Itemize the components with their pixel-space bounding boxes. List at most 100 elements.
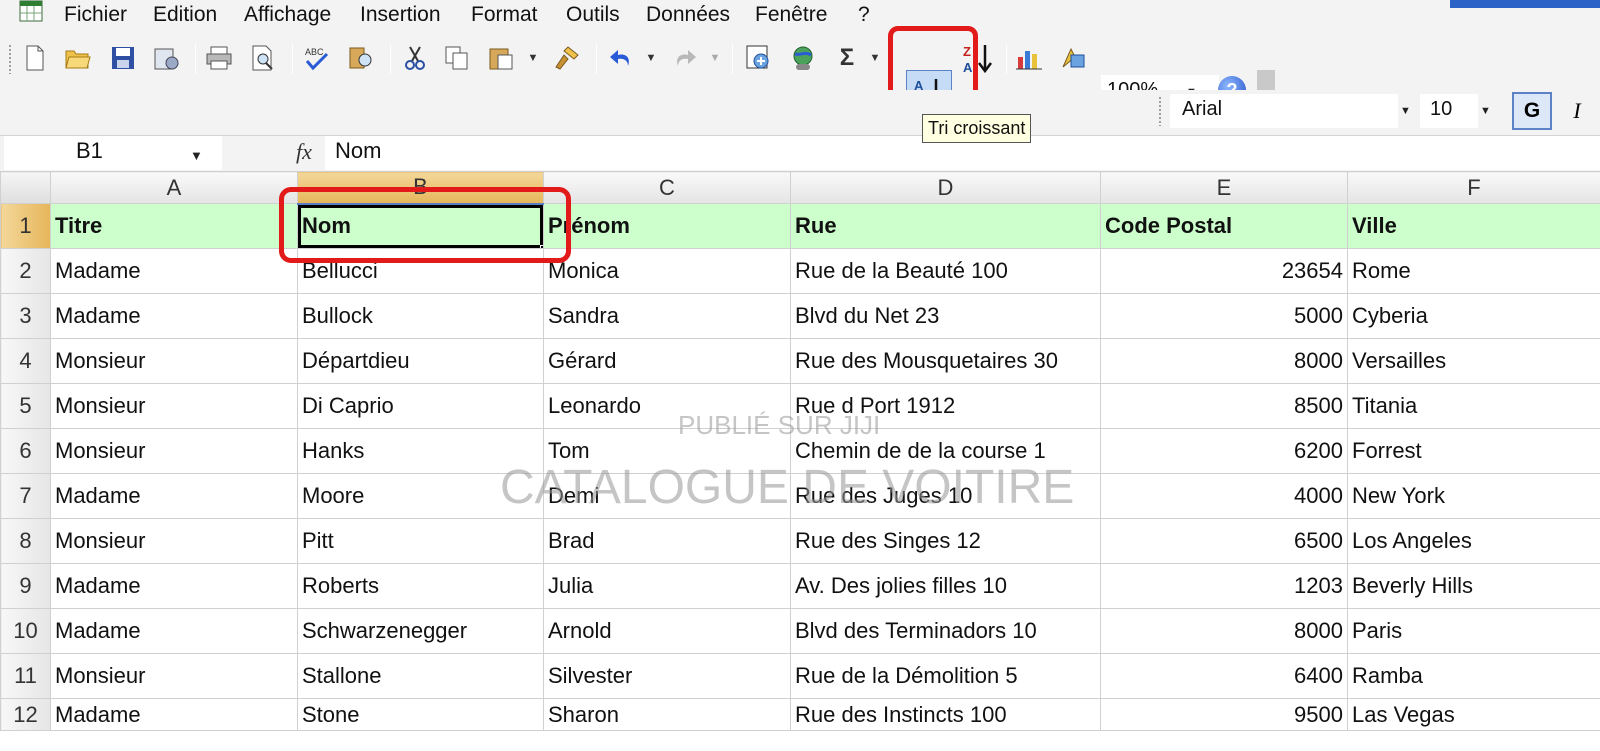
cell[interactable]: Las Vegas: [1347, 698, 1600, 731]
spelling-icon[interactable]: ABC: [302, 43, 332, 73]
cell[interactable]: Cyberia: [1347, 293, 1600, 339]
cell[interactable]: Rue de la Beauté 100: [790, 248, 1101, 294]
cell[interactable]: 6500: [1100, 518, 1348, 564]
cell[interactable]: 5000: [1100, 293, 1348, 339]
cell[interactable]: Gérard: [543, 338, 791, 384]
cell[interactable]: Rue: [790, 203, 1101, 249]
italic-button[interactable]: I: [1560, 92, 1594, 130]
cell[interactable]: Demi: [543, 473, 791, 519]
paste-icon[interactable]: [486, 43, 516, 73]
column-header-f[interactable]: F: [1347, 171, 1600, 204]
menu-outils[interactable]: Outils: [566, 3, 620, 27]
cell[interactable]: Forrest: [1347, 428, 1600, 474]
row-header[interactable]: 3: [0, 293, 51, 339]
cell[interactable]: Silvester: [543, 653, 791, 699]
web-icon[interactable]: [788, 43, 818, 73]
drawing-icon[interactable]: [1058, 43, 1088, 73]
function-icon[interactable]: fx: [296, 139, 312, 165]
cell[interactable]: Monsieur: [50, 653, 298, 699]
autosum-icon[interactable]: Σ: [832, 43, 862, 73]
cell[interactable]: Arnold: [543, 608, 791, 654]
row-header[interactable]: 11: [0, 653, 51, 699]
cell[interactable]: Julia: [543, 563, 791, 609]
name-box-dropdown-arrow[interactable]: ▼: [190, 148, 203, 163]
chart-wizard-icon[interactable]: [1014, 43, 1044, 73]
autosum-dropdown-arrow[interactable]: ▼: [868, 48, 882, 68]
copy-icon[interactable]: [442, 43, 472, 73]
cell[interactable]: Rue des Singes 12: [790, 518, 1101, 564]
permission-icon[interactable]: [151, 43, 181, 73]
cell[interactable]: Monsieur: [50, 383, 298, 429]
cell[interactable]: Bellucci: [297, 248, 544, 294]
cell[interactable]: Sandra: [543, 293, 791, 339]
cell[interactable]: Madame: [50, 473, 298, 519]
undo-icon[interactable]: [606, 43, 636, 73]
cell[interactable]: Madame: [50, 698, 298, 731]
column-header-e[interactable]: E: [1100, 171, 1348, 204]
cell[interactable]: Brad: [543, 518, 791, 564]
redo-dropdown-arrow[interactable]: ▼: [708, 48, 722, 68]
menu-format[interactable]: Format: [471, 3, 538, 27]
row-header[interactable]: 4: [0, 338, 51, 384]
cell[interactable]: Madame: [50, 563, 298, 609]
cell[interactable]: Leonardo: [543, 383, 791, 429]
cell[interactable]: Monsieur: [50, 518, 298, 564]
redo-icon[interactable]: [670, 43, 700, 73]
cell[interactable]: Code Postal: [1100, 203, 1348, 249]
cell[interactable]: Rue d Port 1912: [790, 383, 1101, 429]
cell[interactable]: New York: [1347, 473, 1600, 519]
font-size-dropdown-arrow[interactable]: ▼: [1480, 105, 1491, 117]
save-icon[interactable]: [108, 43, 138, 73]
fill-handle[interactable]: [540, 245, 543, 248]
font-size-select[interactable]: 10: [1420, 94, 1478, 128]
new-icon[interactable]: [20, 43, 50, 73]
cell[interactable]: Rue des Instincts 100: [790, 698, 1101, 731]
cell[interactable]: Beverly Hills: [1347, 563, 1600, 609]
cell[interactable]: 6200: [1100, 428, 1348, 474]
research-icon[interactable]: [346, 43, 376, 73]
cell[interactable]: 23654: [1100, 248, 1348, 294]
cell[interactable]: Stone: [297, 698, 544, 731]
undo-dropdown-arrow[interactable]: ▼: [644, 48, 658, 68]
toolbar-grip[interactable]: [1158, 96, 1162, 126]
cell[interactable]: Bullock: [297, 293, 544, 339]
cell[interactable]: Roberts: [297, 563, 544, 609]
cell[interactable]: Prénom: [543, 203, 791, 249]
row-header[interactable]: 2: [0, 248, 51, 294]
cell[interactable]: Moore: [297, 473, 544, 519]
row-header[interactable]: 7: [0, 473, 51, 519]
cell[interactable]: Rue des Mousquetaires 30: [790, 338, 1101, 384]
cell[interactable]: 9500: [1100, 698, 1348, 731]
cell[interactable]: Stallone: [297, 653, 544, 699]
cell[interactable]: Chemin de de la course 1: [790, 428, 1101, 474]
column-header-b[interactable]: B: [297, 171, 544, 205]
cell[interactable]: Rue de la Démolition 5: [790, 653, 1101, 699]
print-icon[interactable]: [204, 43, 234, 73]
cell[interactable]: Madame: [50, 293, 298, 339]
cell[interactable]: Blvd du Net 23: [790, 293, 1101, 339]
paste-dropdown-arrow[interactable]: ▼: [526, 48, 540, 68]
cell[interactable]: Madame: [50, 248, 298, 294]
cell[interactable]: 6400: [1100, 653, 1348, 699]
cell[interactable]: 8000: [1100, 338, 1348, 384]
column-header-c[interactable]: C: [543, 171, 791, 204]
font-name-dropdown-arrow[interactable]: ▼: [1400, 105, 1411, 117]
row-header[interactable]: 1: [0, 203, 51, 249]
cell[interactable]: Tom: [543, 428, 791, 474]
font-name-select[interactable]: Arial: [1170, 94, 1398, 128]
cell[interactable]: Départdieu: [297, 338, 544, 384]
row-header[interactable]: 12: [0, 698, 51, 731]
menu-insertion[interactable]: Insertion: [360, 3, 441, 27]
cell[interactable]: Av. Des jolies filles 10: [790, 563, 1101, 609]
row-header[interactable]: 9: [0, 563, 51, 609]
cell[interactable]: Titre: [50, 203, 298, 249]
cell[interactable]: Hanks: [297, 428, 544, 474]
cell[interactable]: Sharon: [543, 698, 791, 731]
cell[interactable]: Madame: [50, 608, 298, 654]
cut-icon[interactable]: [400, 43, 430, 73]
cell[interactable]: Ville: [1347, 203, 1600, 249]
hyperlink-icon[interactable]: [744, 43, 774, 73]
column-header-a[interactable]: A: [50, 171, 298, 204]
bold-button[interactable]: G: [1512, 92, 1552, 130]
cell[interactable]: 8000: [1100, 608, 1348, 654]
